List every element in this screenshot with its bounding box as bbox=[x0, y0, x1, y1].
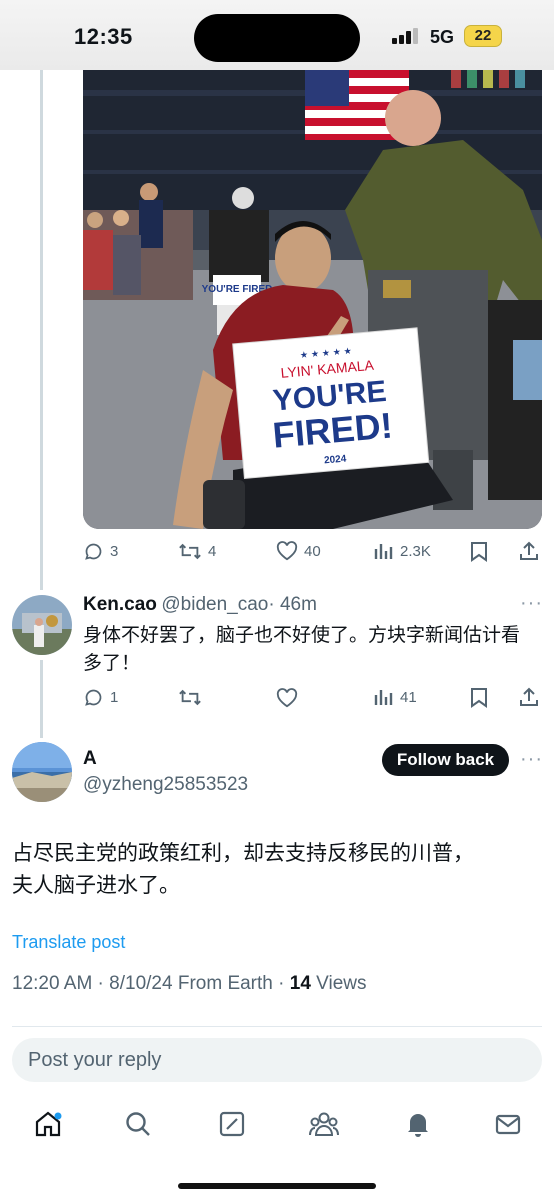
status-time: 12:35 bbox=[74, 24, 133, 49]
dynamic-island bbox=[194, 14, 360, 62]
search-icon[interactable] bbox=[124, 1110, 152, 1138]
notifications-icon[interactable] bbox=[404, 1110, 432, 1138]
battery-indicator: 22 bbox=[464, 25, 502, 47]
post-timestamp: 12:20 AM · 8/10/24 From Earth · bbox=[12, 973, 290, 994]
reply-icon bbox=[85, 543, 102, 560]
reply-icon bbox=[85, 689, 102, 706]
reply-author-name[interactable]: Ken.cao bbox=[83, 594, 157, 615]
repost-icon[interactable] bbox=[178, 687, 202, 708]
tweet-photo[interactable]: YOU'RE FIRED ★ ★ ★ ★ ★ LYIN' KAMALA YOU'… bbox=[83, 70, 542, 529]
reply-action[interactable]: 3 bbox=[83, 541, 118, 562]
views-count: 41 bbox=[400, 688, 417, 706]
post-author-name[interactable]: A bbox=[83, 748, 97, 770]
post-text: 占尽民主党的政策红利，却去支持反移民的川普， 夫人脑子进水了。 bbox=[12, 838, 542, 902]
campaign-sign: ★ ★ ★ ★ ★ LYIN' KAMALA YOU'RE FIRED! 202… bbox=[232, 327, 430, 479]
heart-icon bbox=[276, 541, 298, 561]
reply-count: 3 bbox=[110, 543, 119, 560]
repost-action[interactable]: 4 bbox=[178, 541, 216, 562]
bottom-nav bbox=[0, 1100, 554, 1148]
post-author-handle[interactable]: @yzheng25853523 bbox=[83, 774, 248, 796]
post-meta: 12:20 AM · 8/10/24 From Earth · 14 Views bbox=[12, 973, 367, 995]
like-count: 40 bbox=[304, 542, 321, 560]
reply-action-2[interactable]: 1 bbox=[83, 687, 118, 708]
reply-timestamp: · 46m bbox=[268, 594, 317, 615]
repost-count: 4 bbox=[208, 543, 217, 560]
compose-icon[interactable] bbox=[218, 1110, 246, 1138]
share-icon[interactable] bbox=[518, 540, 540, 562]
post-views-count: 14 bbox=[289, 973, 311, 994]
more-options-icon[interactable]: ··· bbox=[520, 592, 543, 615]
reply-text: 身体不好罢了，脑子也不好使了。方块字新闻估计看多了！ bbox=[83, 625, 521, 674]
views-icon bbox=[374, 544, 393, 559]
views-action[interactable]: 2.3K bbox=[374, 541, 431, 561]
network-label: 5G bbox=[430, 27, 455, 47]
translate-post-link[interactable]: Translate post bbox=[12, 932, 125, 953]
sign-year: 2024 bbox=[324, 453, 348, 466]
post-views-label: Views bbox=[310, 973, 367, 994]
views-icon bbox=[374, 690, 393, 705]
repost-icon bbox=[179, 543, 201, 560]
avatar[interactable] bbox=[12, 742, 72, 802]
post-text-line: 占尽民主党的政策红利，却去支持反移民的川普， bbox=[12, 842, 474, 865]
messages-icon[interactable] bbox=[494, 1110, 522, 1138]
views-action-2[interactable]: 41 bbox=[374, 687, 417, 707]
bookmark-icon[interactable] bbox=[470, 687, 488, 708]
follow-back-button[interactable]: Follow back bbox=[382, 744, 509, 776]
more-options-icon[interactable]: ··· bbox=[520, 748, 543, 771]
bookmark-icon[interactable] bbox=[470, 541, 488, 562]
heart-icon[interactable] bbox=[276, 688, 298, 708]
reply-header: Ken.cao @biden_cao· 46m bbox=[83, 594, 317, 616]
home-indicator bbox=[178, 1183, 376, 1189]
divider bbox=[12, 1026, 542, 1027]
post-text-line: 夫人脑子进水了。 bbox=[12, 874, 180, 897]
signal-icon bbox=[392, 28, 418, 44]
share-icon[interactable] bbox=[518, 686, 540, 708]
views-count: 2.3K bbox=[400, 542, 431, 560]
reply-author-handle[interactable]: @biden_cao bbox=[161, 594, 268, 615]
thread-line-lower bbox=[40, 660, 43, 738]
rally-photo-illustration: YOU'RE FIRED ★ ★ ★ ★ ★ LYIN' KAMALA YOU'… bbox=[83, 70, 542, 529]
communities-icon[interactable] bbox=[308, 1110, 340, 1138]
avatar[interactable] bbox=[12, 595, 72, 655]
home-icon[interactable] bbox=[34, 1110, 62, 1138]
thread-line bbox=[40, 70, 43, 590]
reply-count: 1 bbox=[110, 689, 119, 706]
reply-input[interactable]: Post your reply bbox=[12, 1038, 542, 1082]
like-action[interactable]: 40 bbox=[276, 541, 321, 561]
